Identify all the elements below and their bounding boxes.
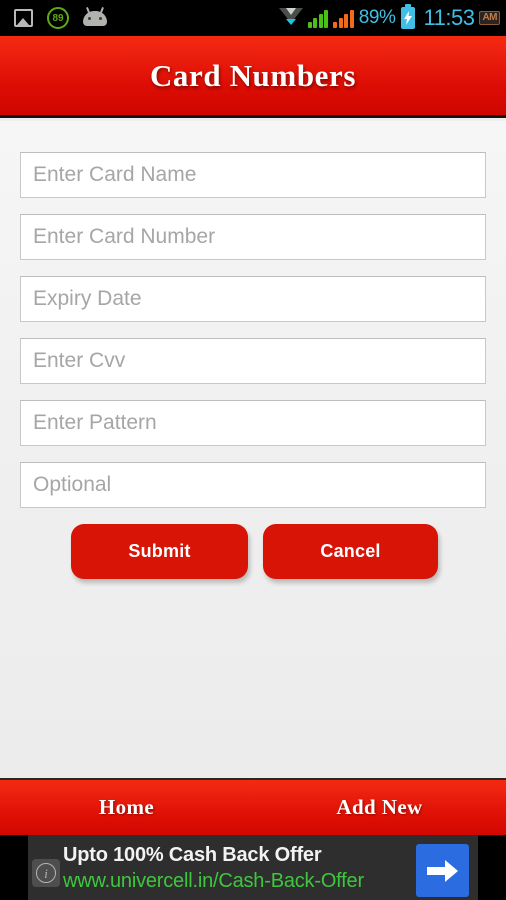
battery-charging-icon <box>400 7 415 29</box>
status-clock: 11:53 <box>423 5 475 30</box>
ad-url[interactable]: www.univercell.in/Cash-Back-Offer <box>63 870 364 893</box>
ad-banner-body[interactable]: i Upto 100% Cash Back Offer www.univerce… <box>28 835 478 900</box>
ad-headline: Upto 100% Cash Back Offer <box>63 844 322 866</box>
bottom-navigation-bar: Home Add New <box>0 778 506 835</box>
progress-value: 89 <box>52 12 64 24</box>
status-bar-notifications: 89 <box>14 6 107 29</box>
wifi-icon <box>278 8 303 28</box>
android-head-icon <box>83 6 107 26</box>
phone-screen: 89 89% 11:53 AM Card Numbers Enter Card … <box>0 0 506 900</box>
signal-bars-green-icon <box>307 9 329 28</box>
nav-item-add-new[interactable]: Add New <box>253 795 506 820</box>
progress-circle-icon: 89 <box>47 7 69 29</box>
cancel-button[interactable]: Cancel <box>263 524 438 579</box>
card-number-input[interactable] <box>20 214 486 260</box>
ad-banner[interactable]: i Upto 100% Cash Back Offer www.univerce… <box>0 835 506 900</box>
submit-button[interactable]: Submit <box>71 524 248 579</box>
status-bar-system: 89% 11:53 AM <box>278 5 500 31</box>
nav-item-home[interactable]: Home <box>0 795 253 820</box>
pattern-input[interactable] <box>20 400 486 446</box>
signal-bars-orange-icon <box>333 9 354 28</box>
card-name-input[interactable] <box>20 152 486 198</box>
expiry-date-input[interactable] <box>20 276 486 322</box>
form-content: Submit Cancel <box>0 121 506 778</box>
info-icon[interactable]: i <box>32 859 60 887</box>
ad-text-block: Upto 100% Cash Back Offer www.univercell… <box>63 844 364 893</box>
page-title: Card Numbers <box>149 57 357 93</box>
battery-percent-label: 89% <box>358 7 396 28</box>
gallery-icon <box>14 9 33 27</box>
app-header: Card Numbers <box>0 36 506 118</box>
form-actions: Submit Cancel <box>20 524 486 579</box>
status-bar: 89 89% 11:53 AM <box>0 0 506 36</box>
cvv-input[interactable] <box>20 338 486 384</box>
optional-input[interactable] <box>20 462 486 508</box>
status-meridiem: AM <box>479 11 500 25</box>
arrow-right-icon[interactable] <box>416 844 469 897</box>
